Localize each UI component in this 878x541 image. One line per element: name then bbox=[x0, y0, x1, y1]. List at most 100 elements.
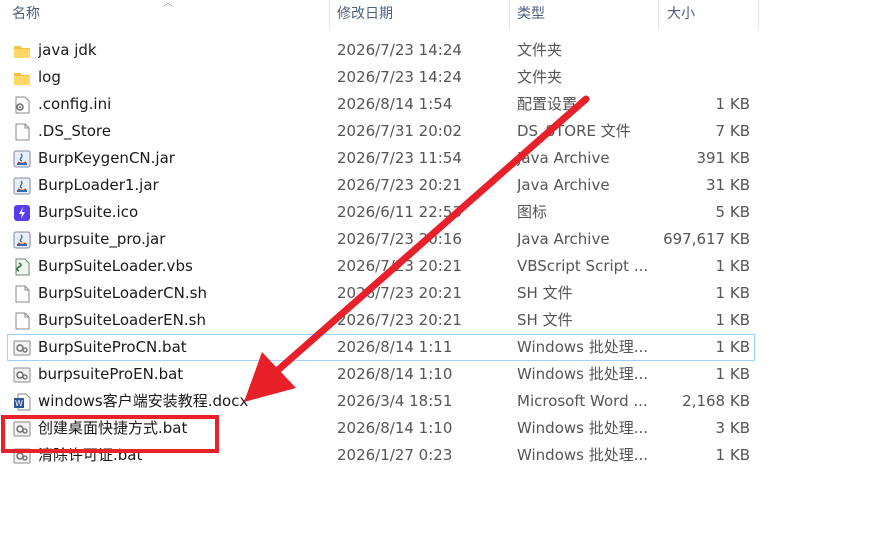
file-type: DS_STORE 文件 bbox=[517, 122, 631, 140]
file-modified-date: 2026/7/23 11:54 bbox=[337, 149, 462, 167]
file-modified-date: 2026/1/27 0:23 bbox=[337, 446, 453, 464]
column-divider[interactable] bbox=[658, 0, 659, 30]
file-name: log bbox=[38, 68, 61, 86]
file-modified-date: 2026/8/14 1:54 bbox=[337, 95, 453, 113]
column-divider[interactable] bbox=[329, 0, 330, 30]
file-name: burpsuite_pro.jar bbox=[38, 230, 166, 248]
file-row[interactable]: BurpSuiteLoader.vbs 2026/7/23 20:21 VBScri… bbox=[0, 253, 878, 280]
file-size: 5 KB bbox=[715, 203, 750, 221]
file-modified-date: 2026/7/23 20:21 bbox=[337, 257, 462, 275]
column-header-bar: 名称 ︿ 修改日期 类型 大小 bbox=[0, 0, 878, 30]
file-name: java jdk bbox=[38, 41, 97, 59]
folder-icon bbox=[13, 42, 31, 60]
file-type: 配置设置 bbox=[517, 95, 578, 113]
file-type: Windows 批处理... bbox=[517, 419, 649, 437]
file-name: windows客户端安装教程.docx bbox=[38, 392, 249, 410]
file-modified-date: 2026/7/23 20:21 bbox=[337, 176, 462, 194]
sort-up-icon: ︿ bbox=[163, 0, 173, 9]
file-size: 7 KB bbox=[715, 122, 750, 140]
file-name: .DS_Store bbox=[38, 122, 111, 140]
file-type: VBScript Script ... bbox=[517, 257, 649, 275]
file-name: BurpKeygenCN.jar bbox=[38, 149, 175, 167]
file-size: 1 KB bbox=[715, 338, 750, 356]
file-row[interactable]: 创建桌面快捷方式.bat 2026/8/14 1:10 Windows 批处理...… bbox=[0, 415, 878, 442]
file-modified-date: 2026/7/23 14:24 bbox=[337, 68, 462, 86]
batch-file-icon bbox=[13, 339, 31, 357]
file-name: BurpSuiteLoaderCN.sh bbox=[38, 284, 207, 302]
file-row[interactable]: burpsuite_pro.jar 2026/7/23 20:16 Java Arc… bbox=[0, 226, 878, 253]
file-name: BurpSuiteLoaderEN.sh bbox=[38, 311, 206, 329]
file-type: 图标 bbox=[517, 203, 548, 221]
file-row[interactable]: BurpSuiteProCN.bat 2026/8/14 1:11 Windows … bbox=[0, 334, 878, 361]
blank-file-icon bbox=[13, 312, 31, 330]
file-type: Windows 批处理... bbox=[517, 365, 649, 383]
file-modified-date: 2026/8/14 1:10 bbox=[337, 365, 453, 383]
batch-file-icon bbox=[13, 420, 31, 438]
file-name: .config.ini bbox=[38, 95, 112, 113]
file-modified-date: 2026/7/23 20:16 bbox=[337, 230, 462, 248]
java-archive-icon bbox=[13, 177, 31, 195]
file-modified-date: 2026/7/23 20:21 bbox=[337, 284, 462, 302]
file-type: Windows 批处理... bbox=[517, 338, 649, 356]
file-name: 清除许可证.bat bbox=[38, 446, 143, 464]
file-modified-date: 2026/7/31 20:02 bbox=[337, 122, 462, 140]
file-modified-date: 2026/7/23 14:24 bbox=[337, 41, 462, 59]
java-archive-icon bbox=[13, 150, 31, 168]
file-size: 391 KB bbox=[696, 149, 750, 167]
file-row[interactable]: java jdk 2026/7/23 14:24 文件夹 bbox=[0, 37, 878, 64]
file-type: Java Archive bbox=[517, 230, 610, 248]
file-size: 1 KB bbox=[715, 311, 750, 329]
blank-file-icon bbox=[13, 285, 31, 303]
file-row[interactable]: log 2026/7/23 14:24 文件夹 bbox=[0, 64, 878, 91]
file-size: 31 KB bbox=[706, 176, 750, 194]
file-row[interactable]: burpsuiteProEN.bat 2026/8/14 1:10 Windows … bbox=[0, 361, 878, 388]
file-name: BurpSuiteLoader.vbs bbox=[38, 257, 193, 275]
burp-ico-icon bbox=[13, 204, 31, 222]
file-size: 697,617 KB bbox=[663, 230, 750, 248]
file-row[interactable]: Wwindows客户端安装教程.docx 2026/3/4 18:51 Micros… bbox=[0, 388, 878, 415]
file-modified-date: 2026/3/4 18:51 bbox=[337, 392, 453, 410]
file-size: 1 KB bbox=[715, 257, 750, 275]
file-type: Windows 批处理... bbox=[517, 446, 649, 464]
file-name: BurpLoader1.jar bbox=[38, 176, 159, 194]
file-name: BurpSuite.ico bbox=[38, 203, 139, 221]
file-list: java jdk 2026/7/23 14:24 文件夹 log 2026/7/23 1… bbox=[0, 37, 878, 469]
file-row[interactable]: BurpLoader1.jar 2026/7/23 20:21 Java Archi… bbox=[0, 172, 878, 199]
file-type: SH 文件 bbox=[517, 311, 573, 329]
file-row[interactable]: .config.ini 2026/8/14 1:54 配置设置 1 KB bbox=[0, 91, 878, 118]
file-name: 创建桌面快捷方式.bat bbox=[38, 419, 188, 437]
column-divider[interactable] bbox=[509, 0, 510, 30]
file-row[interactable]: .DS_Store 2026/7/31 20:02 DS_STORE 文件 7 KB bbox=[0, 118, 878, 145]
batch-file-icon bbox=[13, 366, 31, 384]
file-row[interactable]: BurpKeygenCN.jar 2026/7/23 11:54 Java Arch… bbox=[0, 145, 878, 172]
vbscript-icon bbox=[13, 258, 31, 276]
svg-text:W: W bbox=[15, 399, 23, 408]
file-modified-date: 2026/6/11 22:53 bbox=[337, 203, 462, 221]
blank-file-icon bbox=[13, 123, 31, 141]
column-header-type[interactable]: 类型 bbox=[517, 0, 647, 30]
file-size: 1 KB bbox=[715, 95, 750, 113]
file-type: 文件夹 bbox=[517, 68, 563, 86]
file-type: Java Archive bbox=[517, 176, 610, 194]
file-size: 1 KB bbox=[715, 284, 750, 302]
column-header-size[interactable]: 大小 bbox=[667, 0, 747, 30]
file-modified-date: 2026/8/14 1:11 bbox=[337, 338, 453, 356]
column-header-date[interactable]: 修改日期 bbox=[337, 0, 497, 30]
column-divider[interactable] bbox=[758, 0, 759, 30]
file-type: Microsoft Word ... bbox=[517, 392, 648, 410]
file-modified-date: 2026/7/23 20:21 bbox=[337, 311, 462, 329]
word-doc-icon: W bbox=[13, 393, 31, 411]
file-type: 文件夹 bbox=[517, 41, 563, 59]
file-row[interactable]: BurpSuiteLoaderCN.sh 2026/7/23 20:21 SH 文件… bbox=[0, 280, 878, 307]
config-file-icon bbox=[13, 96, 31, 114]
file-row[interactable]: BurpSuite.ico 2026/6/11 22:53 图标 5 KB bbox=[0, 199, 878, 226]
java-archive-icon bbox=[13, 231, 31, 249]
folder-icon bbox=[13, 69, 31, 87]
file-row[interactable]: BurpSuiteLoaderEN.sh 2026/7/23 20:21 SH 文件… bbox=[0, 307, 878, 334]
file-name: burpsuiteProEN.bat bbox=[38, 365, 184, 383]
file-name: BurpSuiteProCN.bat bbox=[38, 338, 187, 356]
batch-file-icon bbox=[13, 447, 31, 465]
file-modified-date: 2026/8/14 1:10 bbox=[337, 419, 453, 437]
file-size: 1 KB bbox=[715, 365, 750, 383]
file-row[interactable]: 清除许可证.bat 2026/1/27 0:23 Windows 批处理... 1 K… bbox=[0, 442, 878, 469]
